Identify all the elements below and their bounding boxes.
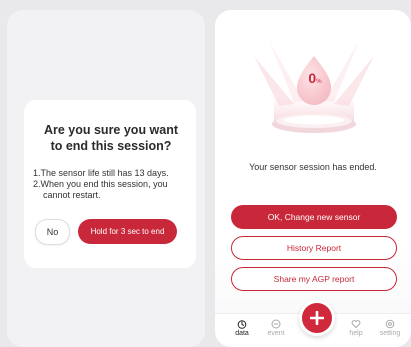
sensor-percent: 0% bbox=[305, 70, 325, 86]
tab-help-label: help bbox=[349, 330, 363, 337]
history-report-button[interactable]: History Report bbox=[231, 236, 397, 260]
percent-unit: % bbox=[316, 79, 322, 85]
sensor-illustration bbox=[254, 41, 374, 133]
session-ended-screen: 0% Your sensor session has ended. OK, Ch… bbox=[215, 10, 411, 347]
no-button[interactable]: No bbox=[35, 219, 70, 245]
end-session-screen: Are you sure you want to end this sessio… bbox=[7, 10, 205, 347]
tab-data[interactable]: data bbox=[227, 319, 257, 337]
tab-help[interactable]: help bbox=[341, 319, 371, 337]
dialog-title: Are you sure you want to end this sessio… bbox=[43, 123, 179, 153]
tab-event[interactable]: event bbox=[261, 319, 291, 337]
dialog-line-restart: 2.When you end this session, you bbox=[33, 179, 168, 189]
hold-to-end-button[interactable]: Hold for 3 sec to end bbox=[78, 219, 177, 244]
event-icon bbox=[271, 319, 281, 329]
share-agp-report-button[interactable]: Share my AGP report bbox=[231, 267, 397, 291]
dialog-message: 1.The sensor life still has 13 days. 2.W… bbox=[33, 168, 191, 201]
tab-event-label: event bbox=[267, 330, 285, 337]
dialog-line-sensor-life: 1.The sensor life still has 13 days. bbox=[33, 168, 169, 178]
add-button[interactable] bbox=[299, 300, 335, 336]
plus-icon bbox=[310, 311, 324, 325]
change-sensor-button[interactable]: OK, Change new sensor bbox=[231, 205, 397, 229]
end-session-dialog: Are you sure you want to end this sessio… bbox=[24, 100, 196, 268]
data-icon bbox=[237, 320, 247, 329]
help-icon bbox=[351, 320, 361, 329]
session-ended-message: Your sensor session has ended. bbox=[249, 162, 377, 172]
tab-data-label: data bbox=[235, 330, 249, 337]
tab-setting[interactable]: setting bbox=[375, 319, 405, 337]
setting-icon bbox=[385, 319, 395, 329]
dialog-line-restart-cont: cannot restart. bbox=[43, 190, 101, 200]
tab-setting-label: setting bbox=[379, 330, 401, 337]
